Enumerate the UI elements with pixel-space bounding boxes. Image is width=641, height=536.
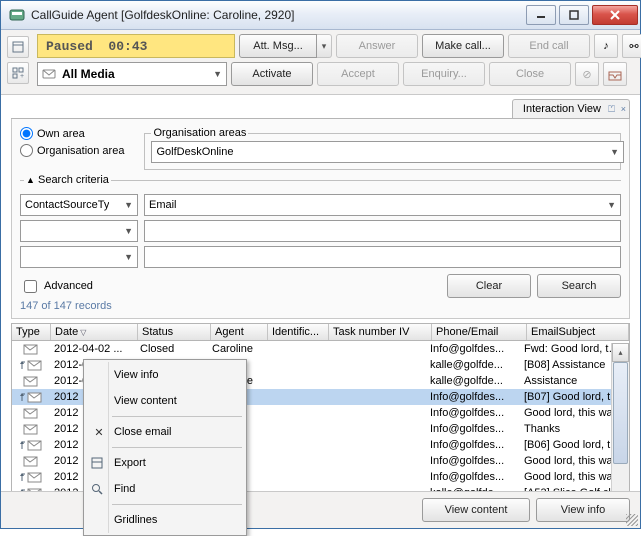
scroll-up-button[interactable]: ▴ <box>612 343 629 362</box>
agent-status: Paused 00:43 <box>37 34 235 58</box>
search-button[interactable]: Search <box>537 274 621 298</box>
row-type-icon <box>12 343 50 355</box>
att-msg-button[interactable]: Att. Msg... <box>239 34 317 58</box>
row-type-icon <box>12 407 50 419</box>
close-window-button[interactable] <box>592 5 638 25</box>
export-icon <box>91 457 107 469</box>
row-type-icon <box>12 455 50 467</box>
media-icon <box>42 67 56 81</box>
sort-desc-icon: ▽ <box>80 328 86 337</box>
grid-header[interactable]: Type Date▽ Status Agent Identific... Tas… <box>12 324 629 341</box>
maximize-button[interactable] <box>559 5 589 25</box>
col-date[interactable]: Date▽ <box>51 324 138 340</box>
music-icon[interactable]: ♪ <box>594 34 618 58</box>
minimize-button[interactable] <box>526 5 556 25</box>
answer-button[interactable]: Answer <box>336 34 418 58</box>
advanced-checkbox[interactable]: Advanced <box>20 277 93 296</box>
org-areas-fieldset: Organisation areas GolfDeskOnline▼ <box>144 127 621 170</box>
close-icon: ✕ <box>91 426 107 439</box>
row-type-icon <box>12 471 50 483</box>
context-menu: View info View content ✕Close email Expo… <box>83 359 247 536</box>
col-agent[interactable]: Agent <box>211 324 268 340</box>
end-call-button[interactable]: End call <box>508 34 590 58</box>
criteria-value-3[interactable] <box>144 246 621 268</box>
col-task[interactable]: Task number IV <box>329 324 432 340</box>
tab-strip: Interaction View ⏍ × <box>11 99 630 119</box>
criteria-value-1[interactable]: Email▼ <box>144 194 621 216</box>
menu-view-content[interactable]: View content <box>86 388 244 414</box>
own-area-radio[interactable]: Own area <box>20 127 124 140</box>
search-criteria-legend: ▲ Search criteria <box>24 174 111 186</box>
col-subject[interactable]: EmailSubject <box>527 324 629 340</box>
activate-button[interactable]: Activate <box>231 62 313 86</box>
menu-gridlines[interactable]: Gridlines <box>86 507 244 533</box>
criteria-field-1[interactable]: ContactSourceTy▼ <box>20 194 138 216</box>
row-type-icon <box>12 423 50 435</box>
enquiry-button[interactable]: Enquiry... <box>403 62 485 86</box>
resize-grip[interactable] <box>626 514 638 526</box>
criteria-value-2[interactable] <box>144 220 621 242</box>
svg-text:+: + <box>20 73 24 79</box>
menu-view-info[interactable]: View info <box>86 362 244 388</box>
criteria-field-2[interactable]: ▼ <box>20 220 138 242</box>
view-info-button[interactable]: View info <box>536 498 630 522</box>
row-type-icon <box>12 375 50 387</box>
row-type-icon <box>12 391 50 403</box>
layout-button-1[interactable] <box>7 36 29 58</box>
pin-icon[interactable]: ⏍ <box>608 104 615 115</box>
window-title: CallGuide Agent [GolfdeskOnline: Carolin… <box>31 8 523 22</box>
row-type-icon <box>12 359 50 371</box>
make-call-button[interactable]: Make call... <box>422 34 504 58</box>
menu-find[interactable]: Find <box>86 476 244 502</box>
org-areas-legend: Organisation areas <box>151 127 248 139</box>
find-icon <box>91 483 107 495</box>
app-icon <box>9 7 25 23</box>
menu-close-email[interactable]: ✕Close email <box>86 419 244 445</box>
menu-export[interactable]: Export <box>86 450 244 476</box>
att-msg-dropdown[interactable]: ▾ <box>317 34 332 58</box>
org-area-radio[interactable]: Organisation area <box>20 144 124 157</box>
col-ident[interactable]: Identific... <box>268 324 329 340</box>
clear-button[interactable]: Clear <box>447 274 531 298</box>
org-combo[interactable]: GolfDeskOnline▼ <box>151 141 624 163</box>
col-phone[interactable]: Phone/Email <box>432 324 527 340</box>
scroll-thumb[interactable] <box>613 362 628 464</box>
cancel-icon[interactable]: ⊘ <box>575 62 599 86</box>
tab-interaction-view[interactable]: Interaction View ⏍ × <box>512 99 630 118</box>
voicemail-icon[interactable]: ⚯ <box>622 34 641 58</box>
accept-button[interactable]: Accept <box>317 62 399 86</box>
media-combo[interactable]: All Media▼ <box>37 62 227 86</box>
table-row[interactable]: 2012-04-02 ...ClosedCarolineInfo@golfdes… <box>12 341 629 357</box>
col-status[interactable]: Status <box>138 324 211 340</box>
titlebar[interactable]: CallGuide Agent [GolfdeskOnline: Carolin… <box>1 1 640 30</box>
tab-close-icon[interactable]: × <box>621 104 626 114</box>
row-type-icon <box>12 439 50 451</box>
close-button[interactable]: Close <box>489 62 571 86</box>
record-count: 147 of 147 records <box>20 300 621 312</box>
col-type[interactable]: Type <box>12 324 51 340</box>
layout-button-2[interactable]: + <box>7 62 29 84</box>
view-content-button[interactable]: View content <box>422 498 530 522</box>
inbox-icon[interactable] <box>603 62 627 86</box>
criteria-field-3[interactable]: ▼ <box>20 246 138 268</box>
